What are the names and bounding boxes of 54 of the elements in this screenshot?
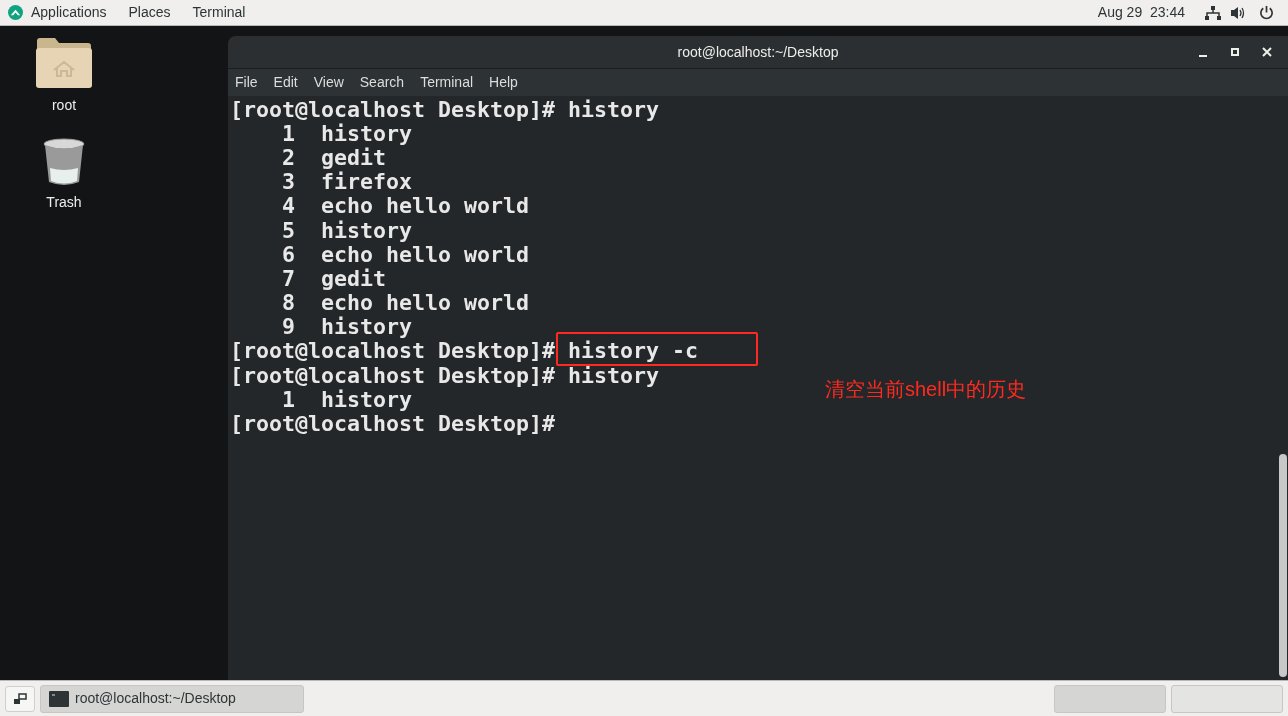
logo-icon <box>8 5 23 20</box>
volume-icon[interactable] <box>1231 5 1247 20</box>
window-title: root@localhost:~/Desktop <box>677 43 839 60</box>
history-entry: echo hello world <box>321 293 529 313</box>
trash-icon[interactable] <box>42 138 86 186</box>
shell-prompt: [root@localhost Desktop]# <box>230 414 555 434</box>
terminal-icon <box>49 690 69 707</box>
icon-label[interactable]: Trash <box>46 192 82 213</box>
command-text: history <box>568 99 660 119</box>
history-entry: echo hello world <box>321 196 529 216</box>
annotation-text: 清空当前shell中的历史 <box>825 377 1027 402</box>
history-entry: echo hello world <box>321 244 529 264</box>
icon-label[interactable]: root <box>51 95 77 116</box>
menu-item[interactable]: File <box>235 72 258 93</box>
history-number: 2 <box>281 147 295 167</box>
history-number: 6 <box>281 244 295 264</box>
shell-prompt: [root@localhost Desktop]# <box>230 341 555 361</box>
menu-item[interactable]: Search <box>359 72 405 93</box>
menu-item[interactable]: Help <box>489 72 518 93</box>
history-number: 7 <box>281 268 295 288</box>
clock[interactable]: Aug 29 23:44 <box>1097 2 1185 23</box>
taskbar-window-button[interactable]: root@localhost:~/Desktop <box>40 684 304 713</box>
menu-item[interactable]: Terminal <box>192 2 246 23</box>
command-text: history -c <box>568 341 699 361</box>
shell-prompt: [root@localhost Desktop]# <box>230 99 555 119</box>
maximize-button[interactable] <box>1228 45 1242 59</box>
menu-item[interactable]: Places <box>128 2 171 23</box>
network-icon[interactable] <box>1205 5 1221 20</box>
history-number: 1 <box>281 389 295 409</box>
power-icon[interactable] <box>1259 5 1274 20</box>
menu-item[interactable]: Terminal <box>420 72 474 93</box>
history-number: 3 <box>281 172 295 192</box>
shell-prompt: [root@localhost Desktop]# <box>230 365 555 385</box>
history-entry: history <box>321 220 412 240</box>
menu-item[interactable]: View <box>313 72 344 93</box>
history-entry: history <box>321 123 412 143</box>
history-entry: gedit <box>321 147 386 167</box>
history-number: 8 <box>281 293 295 313</box>
history-entry: gedit <box>321 268 386 288</box>
menu-item[interactable]: Applications <box>31 2 107 23</box>
windows-icon <box>13 692 27 705</box>
command-text: history <box>568 365 660 385</box>
history-number: 5 <box>281 220 295 240</box>
history-entry: history <box>321 317 412 337</box>
show-desktop-button[interactable] <box>5 685 35 712</box>
scrollbar-thumb[interactable] <box>1279 454 1287 677</box>
history-number: 9 <box>281 317 295 337</box>
history-entry: firefox <box>321 172 412 192</box>
history-number: 1 <box>281 123 295 143</box>
history-number: 4 <box>281 196 295 216</box>
menu-item[interactable]: Edit <box>273 72 298 93</box>
close-button[interactable] <box>1260 45 1274 59</box>
home-folder-icon[interactable] <box>35 37 93 89</box>
history-entry: history <box>321 389 412 409</box>
